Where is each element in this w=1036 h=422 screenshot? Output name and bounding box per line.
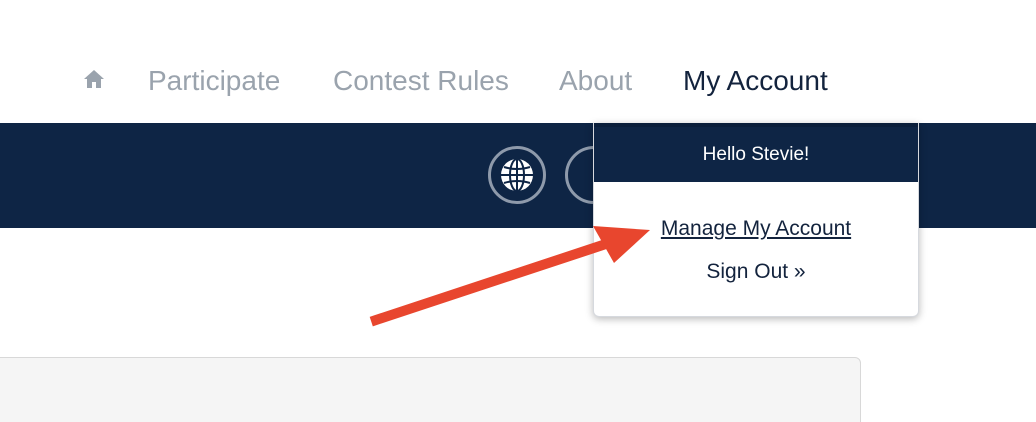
globe-button[interactable]: [488, 146, 546, 204]
nav-about[interactable]: About: [559, 62, 632, 100]
dropdown-greeting: Hello Stevie!: [594, 123, 918, 182]
sign-out-link[interactable]: Sign Out »: [594, 260, 918, 284]
globe-icon: [501, 158, 533, 192]
manage-my-account-link[interactable]: Manage My Account: [594, 217, 918, 241]
nav-my-account[interactable]: My Account: [683, 62, 828, 100]
content-panel: [0, 357, 861, 422]
top-navigation: Participate Contest Rules About My Accou…: [0, 0, 1036, 123]
account-dropdown: Hello Stevie! Manage My Account Sign Out…: [593, 123, 919, 317]
nav-contest-rules[interactable]: Contest Rules: [333, 62, 509, 100]
home-icon[interactable]: [83, 69, 105, 89]
page: Participate Contest Rules About My Accou…: [0, 0, 1036, 422]
nav-participate[interactable]: Participate: [148, 62, 280, 100]
